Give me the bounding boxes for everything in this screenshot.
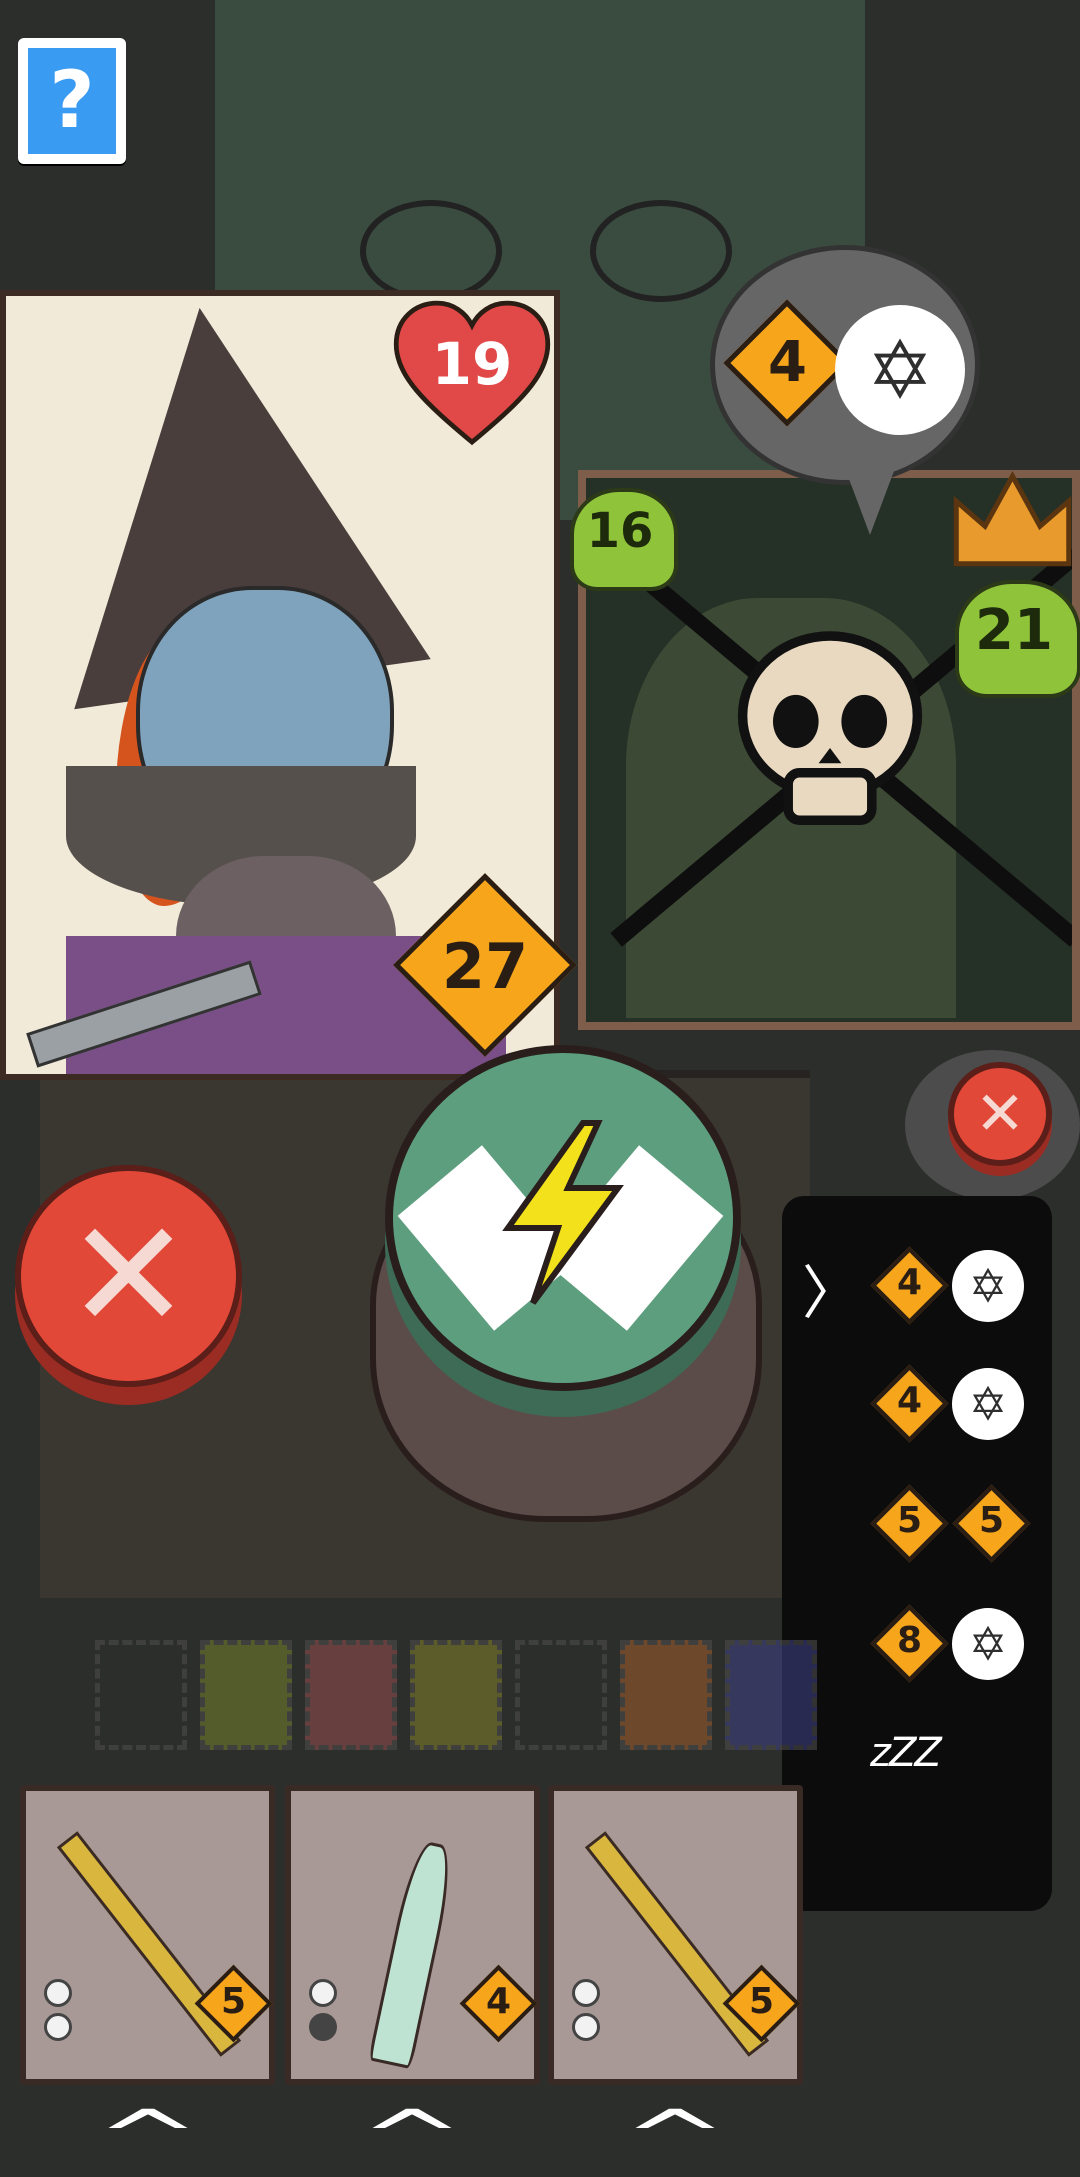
queue-row: 5 5 xyxy=(782,1478,1052,1568)
chevron-up-icon[interactable]: ^ xyxy=(585,2095,765,2177)
stamp-slot xyxy=(515,1640,607,1750)
stamp-slot xyxy=(620,1640,712,1750)
cancel-button[interactable]: ✕ xyxy=(15,1165,242,1387)
card-cost: 4 xyxy=(485,1981,512,2022)
queue-value: 5 xyxy=(896,1500,923,1541)
player-health: 19 xyxy=(431,330,513,398)
charge-dot xyxy=(572,1979,600,2007)
queue-row: 4 ✡ xyxy=(782,1240,1052,1330)
hand-card-dagger[interactable]: 4 xyxy=(285,1785,540,2085)
stamp-slot xyxy=(95,1640,187,1750)
pentagram-glyph: ✡ xyxy=(866,323,934,417)
queue-value: 8 xyxy=(896,1620,923,1661)
background-glasses-right xyxy=(590,200,732,302)
pentagram-icon: ✡ xyxy=(835,305,965,435)
sleep-icon: zZZ xyxy=(870,1730,942,1776)
charge-dot xyxy=(309,1979,337,2007)
enemy-intent-bubble-tail xyxy=(840,455,900,535)
stamp-slot xyxy=(200,1640,292,1750)
hand-card-sai[interactable]: 5 xyxy=(548,1785,803,2085)
help-icon: ? xyxy=(28,48,116,154)
hand-card-sai[interactable]: 5 xyxy=(20,1785,275,2085)
skull-icon xyxy=(737,631,923,825)
pentagram-glyph: ✡ xyxy=(968,1259,1008,1313)
chevron-up-icon[interactable]: ^ xyxy=(322,2095,502,2177)
crown-icon xyxy=(953,471,1072,567)
stamp-slot xyxy=(725,1640,817,1750)
background-glasses-left xyxy=(360,200,502,302)
enemy-right-skull-value: 21 xyxy=(975,598,1053,663)
card-cost: 5 xyxy=(748,1981,775,2022)
close-icon[interactable]: ✕ xyxy=(948,1062,1052,1166)
dagger-blade xyxy=(367,1838,459,2070)
help-button[interactable]: ? xyxy=(18,38,126,164)
stamp-slot xyxy=(305,1640,397,1750)
queue-value: 4 xyxy=(896,1262,923,1303)
queue-value: 5 xyxy=(978,1500,1005,1541)
stamp-slot xyxy=(410,1640,502,1750)
charge-dot xyxy=(309,2013,337,2041)
pentagram-glyph: ✡ xyxy=(968,1617,1008,1671)
player-armor: 27 xyxy=(441,930,529,1003)
enemy-left-skull-value: 16 xyxy=(586,503,654,559)
chevron-up-icon[interactable]: ^ xyxy=(58,2095,238,2177)
queue-row: 4 ✡ xyxy=(782,1358,1052,1448)
pentagram-icon: ✡ xyxy=(952,1368,1024,1440)
charge-dot xyxy=(44,1979,72,2007)
queue-value: 4 xyxy=(896,1380,923,1421)
enemy-intent-value: 4 xyxy=(768,330,807,395)
charge-dot xyxy=(572,2013,600,2041)
pentagram-glyph: ✡ xyxy=(968,1377,1008,1431)
charge-dot xyxy=(44,2013,72,2041)
pentagram-icon: ✡ xyxy=(952,1250,1024,1322)
attack-button[interactable] xyxy=(385,1045,741,1391)
queue-row: 8 ✡ xyxy=(782,1598,1052,1688)
card-cost: 5 xyxy=(220,1981,247,2022)
lightning-icon xyxy=(502,1120,624,1305)
pentagram-icon: ✡ xyxy=(952,1608,1024,1680)
